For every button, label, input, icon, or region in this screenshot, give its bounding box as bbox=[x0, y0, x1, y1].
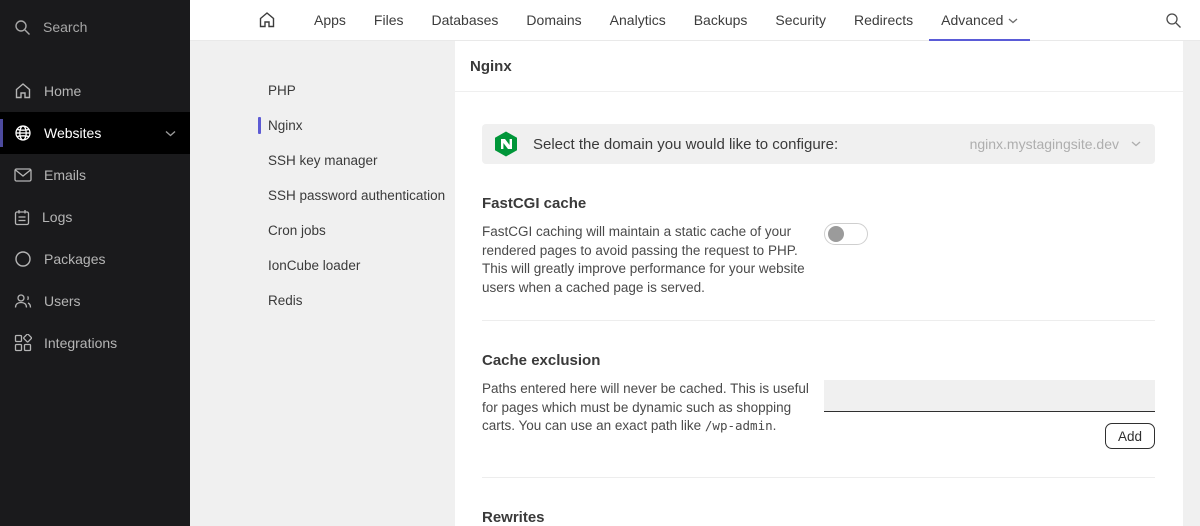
top-navigation: Apps Files Databases Domains Analytics B… bbox=[190, 0, 1200, 41]
active-item-marker bbox=[258, 117, 261, 134]
submenu-item-label: Nginx bbox=[268, 118, 303, 133]
cache-exclusion-heading: Cache exclusion bbox=[482, 352, 601, 369]
tab-redirects[interactable]: Redirects bbox=[840, 0, 927, 40]
tab-security[interactable]: Security bbox=[761, 0, 840, 40]
description-suffix: . bbox=[772, 418, 777, 433]
nginx-logo-icon bbox=[493, 131, 519, 157]
page-title: Nginx bbox=[470, 57, 512, 75]
cache-exclusion-section: Cache exclusion Paths entered here will … bbox=[482, 352, 1155, 478]
sidebar-item-label: Integrations bbox=[44, 335, 118, 351]
submenu-item-nginx[interactable]: Nginx bbox=[190, 108, 455, 143]
package-circle-icon bbox=[14, 250, 32, 268]
search-icon[interactable] bbox=[1147, 0, 1200, 40]
logs-icon bbox=[14, 209, 30, 226]
mail-icon bbox=[14, 168, 32, 182]
search-icon bbox=[14, 19, 31, 36]
tab-advanced-label: Advanced bbox=[941, 12, 1004, 28]
page-title-row: Nginx bbox=[455, 41, 1183, 92]
domain-select-dropdown[interactable]: nginx.mystagingsite.dev bbox=[970, 136, 1141, 152]
sidebar-search-label: Search bbox=[43, 19, 88, 35]
sidebar-item-label: Websites bbox=[44, 125, 102, 141]
domain-select-banner: Select the domain you would like to conf… bbox=[482, 124, 1155, 164]
submenu-item-label: IonCube loader bbox=[268, 258, 361, 273]
path-example: /wp-admin bbox=[704, 418, 773, 433]
submenu-item-label: Cron jobs bbox=[268, 223, 326, 238]
home-icon[interactable] bbox=[258, 0, 276, 40]
fastcgi-cache-section: FastCGI cache FastCGI caching will maint… bbox=[482, 195, 1155, 321]
tab-apps[interactable]: Apps bbox=[300, 0, 360, 40]
globe-icon bbox=[14, 124, 32, 142]
scroll-gutter[interactable] bbox=[1183, 41, 1200, 526]
cache-exclusion-description: Paths entered here will never be cached.… bbox=[482, 380, 824, 449]
top-tabs: Apps Files Databases Domains Analytics B… bbox=[300, 0, 1032, 41]
toggle-knob bbox=[828, 226, 844, 242]
tab-files[interactable]: Files bbox=[360, 0, 418, 40]
domain-banner-label: Select the domain you would like to conf… bbox=[533, 135, 839, 153]
submenu-item-label: SSH key manager bbox=[268, 153, 378, 168]
sidebar-item-emails[interactable]: Emails bbox=[0, 154, 190, 196]
main-sidebar: Search Home Websites Emails Logs Package… bbox=[0, 0, 190, 526]
home-icon bbox=[14, 82, 32, 100]
sidebar-item-label: Home bbox=[44, 83, 82, 99]
add-exclusion-button[interactable]: Add bbox=[1104, 423, 1155, 449]
tab-domains[interactable]: Domains bbox=[512, 0, 595, 40]
nginx-settings-panel: Nginx Select the domain you would like t… bbox=[455, 41, 1183, 526]
submenu-item-redis[interactable]: Redis bbox=[190, 283, 455, 318]
sidebar-item-label: Packages bbox=[44, 251, 106, 267]
integrations-grid-icon bbox=[14, 334, 32, 352]
sidebar-item-logs[interactable]: Logs bbox=[0, 196, 190, 238]
chevron-down-icon bbox=[165, 130, 176, 137]
selected-domain: nginx.mystagingsite.dev bbox=[969, 136, 1119, 152]
advanced-submenu: PHP Nginx SSH key manager SSH password a… bbox=[190, 41, 455, 526]
submenu-item-ssh-password-authentication[interactable]: SSH password authentication bbox=[190, 178, 455, 213]
users-icon bbox=[14, 293, 32, 309]
fastcgi-cache-description: FastCGI caching will maintain a static c… bbox=[482, 224, 805, 295]
sidebar-item-label: Logs bbox=[42, 209, 73, 225]
sidebar-item-websites[interactable]: Websites bbox=[0, 112, 190, 154]
tab-advanced[interactable]: Advanced bbox=[927, 0, 1032, 41]
sidebar-search[interactable]: Search bbox=[0, 8, 190, 46]
tab-backups[interactable]: Backups bbox=[680, 0, 762, 40]
sidebar-item-home[interactable]: Home bbox=[0, 70, 190, 112]
chevron-down-icon bbox=[1131, 141, 1141, 147]
tab-analytics[interactable]: Analytics bbox=[596, 0, 680, 40]
submenu-item-label: SSH password authentication bbox=[268, 188, 446, 203]
fastcgi-cache-toggle[interactable] bbox=[824, 223, 868, 245]
submenu-item-ssh-key-manager[interactable]: SSH key manager bbox=[190, 143, 455, 178]
sidebar-item-label: Users bbox=[44, 293, 81, 309]
submenu-item-label: Redis bbox=[268, 293, 303, 308]
rewrites-section: Rewrites bbox=[482, 509, 1155, 526]
submenu-item-ioncube-loader[interactable]: IonCube loader bbox=[190, 248, 455, 283]
cache-exclusion-input[interactable] bbox=[824, 380, 1155, 412]
fastcgi-cache-heading: FastCGI cache bbox=[482, 195, 587, 212]
rewrites-heading: Rewrites bbox=[482, 509, 545, 526]
chevron-down-icon bbox=[1008, 18, 1018, 24]
sidebar-item-label: Emails bbox=[44, 167, 87, 183]
sidebar-item-integrations[interactable]: Integrations bbox=[0, 322, 190, 364]
submenu-item-label: PHP bbox=[268, 83, 296, 98]
submenu-item-php[interactable]: PHP bbox=[190, 73, 455, 108]
section-divider bbox=[482, 477, 1155, 478]
sidebar-item-packages[interactable]: Packages bbox=[0, 238, 190, 280]
tab-databases[interactable]: Databases bbox=[417, 0, 512, 40]
sidebar-item-users[interactable]: Users bbox=[0, 280, 190, 322]
section-divider bbox=[482, 320, 1155, 321]
submenu-item-cron-jobs[interactable]: Cron jobs bbox=[190, 213, 455, 248]
